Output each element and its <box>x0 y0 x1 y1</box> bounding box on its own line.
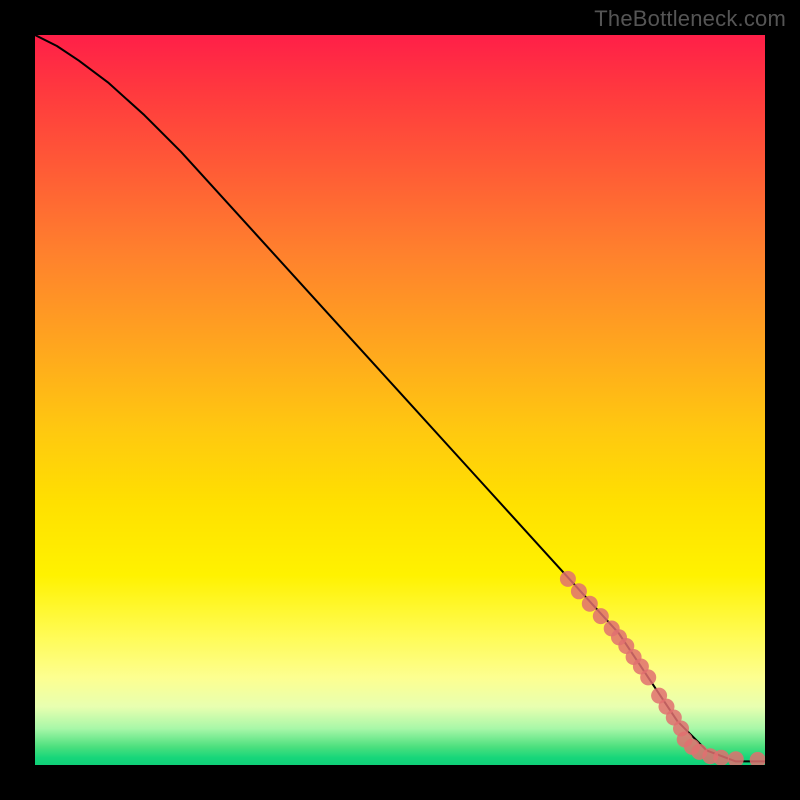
point-points-on-slope <box>571 583 587 599</box>
chart-frame: TheBottleneck.com <box>0 0 800 800</box>
point-points-on-slope <box>640 669 656 685</box>
point-points-on-tail <box>750 752 765 765</box>
chart-overlay <box>35 35 765 765</box>
point-points-on-slope <box>582 596 598 612</box>
point-points-on-slope <box>560 571 576 587</box>
watermark-text: TheBottleneck.com <box>594 6 786 32</box>
series-curve <box>35 35 765 761</box>
point-points-on-tail <box>713 750 729 765</box>
plot-area <box>35 35 765 765</box>
point-points-on-slope <box>593 608 609 624</box>
point-points-on-tail <box>728 751 744 765</box>
